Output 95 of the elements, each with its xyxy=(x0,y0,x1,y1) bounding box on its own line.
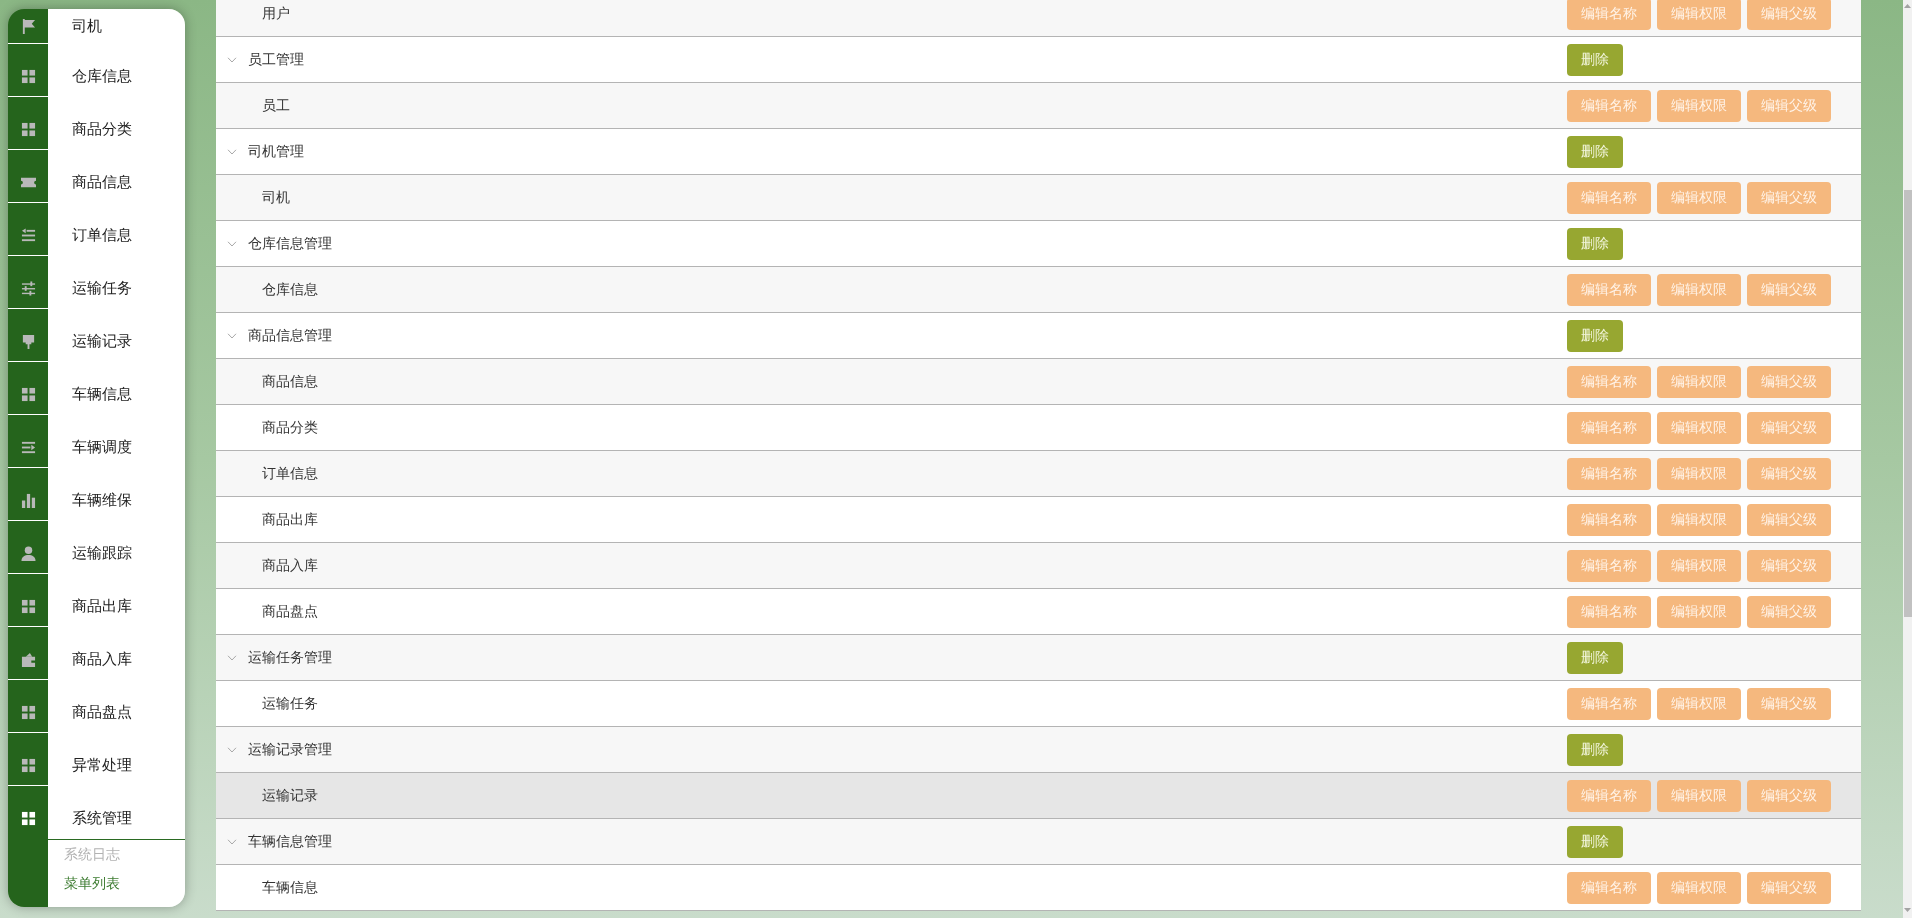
sidebar-item[interactable]: 商品信息 xyxy=(8,150,185,203)
menu-name: 车辆信息管理 xyxy=(248,832,332,851)
chevron-down-icon[interactable] xyxy=(227,746,237,753)
chevron-down-icon[interactable] xyxy=(227,332,237,339)
chevron-down-icon[interactable] xyxy=(227,654,237,661)
edit-button[interactable]: 编辑权限 xyxy=(1657,0,1741,30)
menu-name: 运输任务 xyxy=(262,694,318,713)
edit-button[interactable]: 编辑权限 xyxy=(1657,411,1741,444)
menu-name: 商品盘点 xyxy=(262,602,318,621)
edit-button[interactable]: 编辑父级 xyxy=(1747,273,1831,306)
sidebar-item[interactable]: 仓库信息 xyxy=(8,44,185,97)
submenu-item[interactable]: 菜单列表 xyxy=(48,869,185,898)
chevron-down-icon[interactable] xyxy=(227,56,237,63)
edit-button[interactable]: 编辑名称 xyxy=(1567,0,1651,30)
sidebar-item[interactable]: 商品盘点 xyxy=(8,680,185,733)
sidebar-item[interactable]: 订单信息 xyxy=(8,203,185,256)
menu-name: 订单信息 xyxy=(262,464,318,483)
edit-button[interactable]: 编辑名称 xyxy=(1567,871,1651,904)
menu-name: 运输记录管理 xyxy=(248,740,332,759)
delete-button[interactable]: 删除 xyxy=(1567,319,1623,352)
scrollbar-thumb[interactable] xyxy=(1903,190,1912,617)
edit-button[interactable]: 编辑父级 xyxy=(1747,411,1831,444)
edit-button[interactable]: 编辑父级 xyxy=(1747,779,1831,812)
chevron-down-icon[interactable] xyxy=(227,838,237,845)
sidebar-item[interactable]: 车辆调度 xyxy=(8,415,185,468)
edit-button[interactable]: 编辑父级 xyxy=(1747,0,1831,30)
edit-button[interactable]: 编辑父级 xyxy=(1747,687,1831,720)
edit-button[interactable]: 编辑权限 xyxy=(1657,457,1741,490)
menu-name: 运输记录 xyxy=(262,786,318,805)
edit-button[interactable]: 编辑父级 xyxy=(1747,365,1831,398)
sidebar-item[interactable]: 运输记录 xyxy=(8,309,185,362)
chevron-down-icon[interactable] xyxy=(227,240,237,247)
edit-button[interactable]: 编辑名称 xyxy=(1567,411,1651,444)
edit-button[interactable]: 编辑父级 xyxy=(1747,595,1831,628)
menu-name: 商品信息管理 xyxy=(248,326,332,345)
menu-name: 商品信息 xyxy=(262,372,318,391)
sidebar-item[interactable]: 车辆信息 xyxy=(8,362,185,415)
menu-name: 员工管理 xyxy=(248,50,304,69)
edit-button[interactable]: 编辑名称 xyxy=(1567,181,1651,214)
scrollbar[interactable] xyxy=(1903,0,1912,918)
sidebar-item[interactable]: 系统管理 xyxy=(8,786,185,839)
menu-name: 仓库信息 xyxy=(262,280,318,299)
delete-button[interactable]: 删除 xyxy=(1567,227,1623,260)
edit-button[interactable]: 编辑父级 xyxy=(1747,549,1831,582)
edit-button[interactable]: 编辑父级 xyxy=(1747,89,1831,122)
sidebar-item[interactable]: 商品入库 xyxy=(8,627,185,680)
edit-button[interactable]: 编辑父级 xyxy=(1747,503,1831,536)
edit-button[interactable]: 编辑名称 xyxy=(1567,687,1651,720)
arrow-down-icon[interactable] xyxy=(1904,908,1911,912)
delete-button[interactable]: 删除 xyxy=(1567,825,1623,858)
sidebar-item[interactable]: 运输跟踪 xyxy=(8,521,185,574)
menu-name: 商品入库 xyxy=(262,556,318,575)
edit-button[interactable]: 编辑权限 xyxy=(1657,181,1741,214)
sidebar-item[interactable]: 异常处理 xyxy=(8,733,185,786)
delete-button[interactable]: 删除 xyxy=(1567,641,1623,674)
edit-button[interactable]: 编辑名称 xyxy=(1567,503,1651,536)
delete-button[interactable]: 删除 xyxy=(1567,135,1623,168)
edit-button[interactable]: 编辑名称 xyxy=(1567,779,1651,812)
edit-button[interactable]: 编辑父级 xyxy=(1747,457,1831,490)
edit-button[interactable]: 编辑名称 xyxy=(1567,549,1651,582)
sidebar-item[interactable]: 司机 xyxy=(8,9,185,44)
menu-name: 运输任务管理 xyxy=(248,648,332,667)
menu-name: 商品分类 xyxy=(262,418,318,437)
sidebar-item[interactable]: 商品分类 xyxy=(8,97,185,150)
sidebar-item[interactable]: 运输任务 xyxy=(8,256,185,309)
edit-button[interactable]: 编辑名称 xyxy=(1567,595,1651,628)
edit-button[interactable]: 编辑权限 xyxy=(1657,595,1741,628)
sidebar-item[interactable]: 车辆维保 xyxy=(8,468,185,521)
menu-name: 司机 xyxy=(262,188,290,207)
sidebar-item[interactable]: 商品出库 xyxy=(8,574,185,627)
delete-button[interactable]: 删除 xyxy=(1567,733,1623,766)
edit-button[interactable]: 编辑权限 xyxy=(1657,273,1741,306)
edit-button[interactable]: 编辑权限 xyxy=(1657,503,1741,536)
edit-button[interactable]: 编辑权限 xyxy=(1657,89,1741,122)
edit-button[interactable]: 编辑权限 xyxy=(1657,687,1741,720)
menu-name: 商品出库 xyxy=(262,510,318,529)
menu-name: 用户 xyxy=(262,4,290,23)
submenu-item[interactable]: 系统日志 xyxy=(48,840,185,869)
edit-button[interactable]: 编辑权限 xyxy=(1657,549,1741,582)
menu-name: 车辆信息 xyxy=(262,878,318,897)
edit-button[interactable]: 编辑名称 xyxy=(1567,457,1651,490)
edit-button[interactable]: 编辑权限 xyxy=(1657,871,1741,904)
edit-button[interactable]: 编辑名称 xyxy=(1567,365,1651,398)
edit-button[interactable]: 编辑父级 xyxy=(1747,181,1831,214)
edit-button[interactable]: 编辑名称 xyxy=(1567,273,1651,306)
delete-button[interactable]: 删除 xyxy=(1567,43,1623,76)
menu-name: 员工 xyxy=(262,96,290,115)
edit-button[interactable]: 编辑权限 xyxy=(1657,365,1741,398)
chevron-down-icon[interactable] xyxy=(227,148,237,155)
edit-button[interactable]: 编辑权限 xyxy=(1657,779,1741,812)
menu-name: 仓库信息管理 xyxy=(248,234,332,253)
menu-name: 司机管理 xyxy=(248,142,304,161)
edit-button[interactable]: 编辑名称 xyxy=(1567,89,1651,122)
edit-button[interactable]: 编辑父级 xyxy=(1747,871,1831,904)
arrow-up-icon[interactable] xyxy=(1904,4,1911,8)
